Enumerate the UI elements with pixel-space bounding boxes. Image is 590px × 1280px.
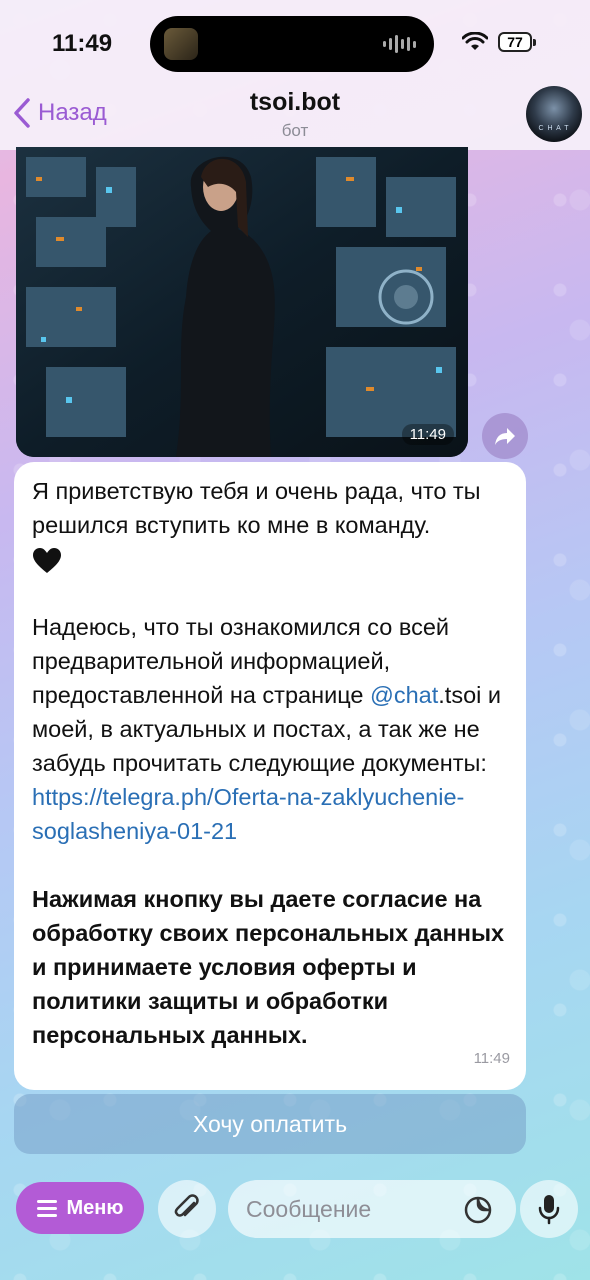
menu-label: Меню bbox=[66, 1196, 124, 1219]
chat-title: tsoi.bot bbox=[249, 88, 341, 116]
status-time: 11:49 bbox=[52, 30, 113, 57]
forward-button[interactable] bbox=[482, 413, 528, 459]
sticker-icon[interactable] bbox=[462, 1194, 494, 1226]
image-timestamp: 11:49 bbox=[401, 424, 454, 445]
share-arrow-icon bbox=[495, 428, 515, 445]
menu-icon bbox=[36, 1199, 57, 1217]
cyberpunk-woman-image bbox=[16, 147, 468, 457]
microphone-button[interactable] bbox=[520, 1180, 578, 1238]
chat-subtitle: бот bbox=[281, 121, 309, 140]
mention-link[interactable]: @chat bbox=[370, 682, 438, 708]
message-timestamp: 11:49 bbox=[473, 1050, 510, 1067]
text-message: Я приветствую тебя и очень рада, что ты … bbox=[14, 462, 526, 1090]
battery-indicator: 77 bbox=[498, 32, 536, 52]
now-playing-thumbnail bbox=[164, 28, 198, 60]
microphone-icon bbox=[538, 1195, 560, 1225]
paperclip-icon bbox=[174, 1194, 199, 1217]
image-message[interactable]: 11:49 bbox=[16, 147, 468, 457]
menu-button[interactable]: Меню bbox=[16, 1182, 144, 1234]
dynamic-island[interactable] bbox=[150, 16, 434, 72]
chat-header: 11:49 77 Назад tsoi.bot бот C H A T bbox=[0, 0, 590, 150]
black-heart-icon bbox=[33, 547, 61, 573]
message-paragraph-1: Я приветствую тебя и очень рада, что ты … bbox=[32, 478, 481, 538]
message-paragraph-3: Нажимая кнопку вы даете согласие на обра… bbox=[32, 886, 505, 1048]
chat-title-block[interactable]: tsoi.bot бот bbox=[0, 88, 590, 141]
heart-emoji bbox=[32, 542, 508, 576]
audio-waveform-icon bbox=[383, 34, 416, 54]
pay-button[interactable]: Хочу оплатить bbox=[14, 1094, 526, 1154]
attach-button[interactable] bbox=[158, 1180, 216, 1238]
avatar-text: C H A T bbox=[538, 125, 570, 132]
wifi-icon bbox=[462, 32, 488, 50]
document-link[interactable]: https://telegra.ph/Oferta-na-zaklyucheni… bbox=[32, 784, 464, 844]
bot-avatar[interactable]: C H A T bbox=[526, 86, 582, 142]
message-paragraph-2: Надеюсь, что ты ознакомился со всей пред… bbox=[32, 614, 502, 844]
